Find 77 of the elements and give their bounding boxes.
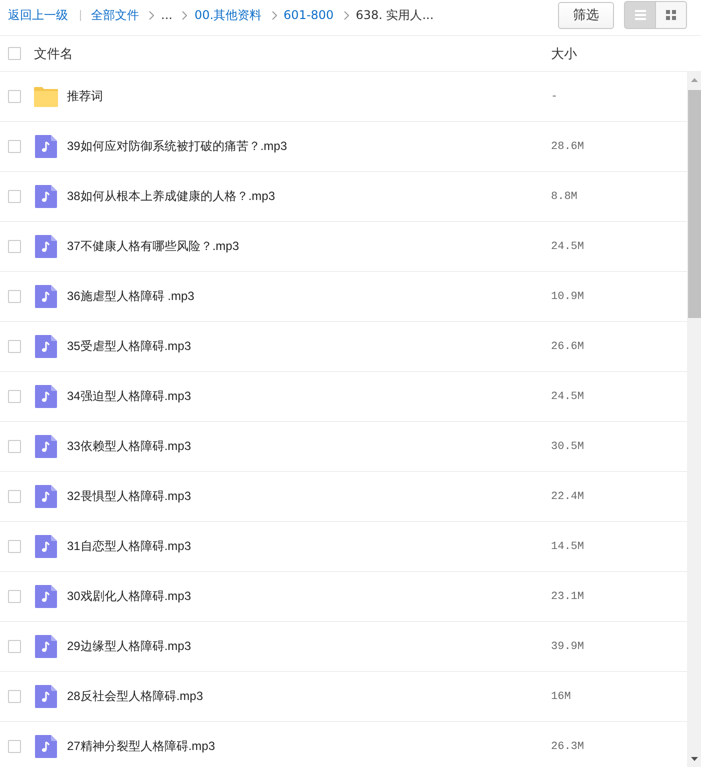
music-file-icon <box>35 285 57 308</box>
scroll-up-icon[interactable] <box>690 78 698 82</box>
music-file-icon <box>35 635 57 658</box>
file-size: 14.5M <box>551 540 584 552</box>
checkbox[interactable] <box>8 590 21 603</box>
file-name[interactable]: 31自恋型人格障碍.mp3 <box>67 539 192 553</box>
music-file-icon <box>35 585 57 608</box>
file-size: 8.8M <box>551 190 578 202</box>
music-file-icon <box>35 485 57 508</box>
breadcrumb-link[interactable]: 00.其他资料 <box>194 7 262 23</box>
music-file-icon <box>35 185 57 208</box>
checkbox[interactable] <box>8 490 21 503</box>
file-size: 39.9M <box>551 640 584 652</box>
chevron-icon <box>344 10 349 20</box>
checkbox[interactable] <box>8 290 21 303</box>
scroll-down-icon[interactable] <box>690 757 698 761</box>
file-size: 24.5M <box>551 240 584 252</box>
column-header[interactable]: 大小 <box>551 46 577 62</box>
checkbox[interactable] <box>8 140 21 153</box>
file-size: 10.9M <box>551 290 584 302</box>
file-name[interactable]: 27精神分裂型人格障碍.mp3 <box>67 739 216 753</box>
file-name[interactable]: 30戏剧化人格障碍.mp3 <box>67 589 192 603</box>
breadcrumb-link[interactable]: 601-800 <box>284 7 334 23</box>
checkbox[interactable] <box>8 440 21 453</box>
file-name[interactable]: 39如何应对防御系统被打破的痛苦？.mp3 <box>67 139 288 153</box>
checkbox[interactable] <box>8 190 21 203</box>
file-name[interactable]: 推荐词 <box>67 89 103 103</box>
chevron-icon <box>272 10 277 20</box>
checkbox[interactable] <box>8 540 21 553</box>
music-file-icon <box>35 435 57 458</box>
grid-view-button[interactable] <box>656 1 687 29</box>
grid-icon <box>666 10 676 20</box>
file-size: 28.6M <box>551 140 584 152</box>
music-file-icon <box>35 735 57 758</box>
checkbox[interactable] <box>8 740 21 753</box>
folder-icon <box>34 86 58 106</box>
column-header[interactable]: 文件名 <box>34 46 73 62</box>
file-name[interactable]: 35受虐型人格障碍.mp3 <box>67 339 192 353</box>
checkbox[interactable] <box>8 340 21 353</box>
scrollbar-track[interactable] <box>687 72 701 767</box>
file-size: 23.1M <box>551 590 584 602</box>
select-all-checkbox[interactable] <box>8 47 21 60</box>
back-link[interactable]: 返回上一级 <box>8 7 68 23</box>
checkbox[interactable] <box>8 240 21 253</box>
scrollbar-thumb[interactable] <box>688 90 700 318</box>
file-size: 30.5M <box>551 440 584 452</box>
file-name[interactable]: 38如何从根本上养成健康的人格？.mp3 <box>67 189 276 203</box>
file-size: 22.4M <box>551 490 584 502</box>
checkbox[interactable] <box>8 690 21 703</box>
file-name[interactable]: 37不健康人格有哪些风险？.mp3 <box>67 239 240 253</box>
music-file-icon <box>35 135 57 158</box>
file-size: 16M <box>551 690 571 702</box>
list-icon <box>634 10 646 20</box>
file-name[interactable]: 36施虐型人格障碍 .mp3 <box>67 289 194 303</box>
file-size: 24.5M <box>551 390 584 402</box>
checkbox[interactable] <box>8 90 21 103</box>
music-file-icon <box>35 335 57 358</box>
file-name[interactable]: 34强迫型人格障碍.mp3 <box>67 389 192 403</box>
file-name[interactable]: 28反社会型人格障碍.mp3 <box>67 689 204 703</box>
filter-button[interactable]: 筛选 <box>558 2 614 28</box>
file-size: 26.6M <box>551 340 584 352</box>
music-file-icon <box>35 535 57 558</box>
checkbox[interactable] <box>8 640 21 653</box>
breadcrumb-link[interactable]: 全部文件 <box>91 7 139 23</box>
music-file-icon <box>35 685 57 708</box>
file-size: 26.3M <box>551 740 584 752</box>
file-name[interactable]: 33依赖型人格障碍.mp3 <box>67 439 192 453</box>
breadcrumb-current: 638. 实用人... <box>356 7 434 23</box>
chevron-icon <box>149 10 154 20</box>
file-name[interactable]: 32畏惧型人格障碍.mp3 <box>67 489 192 503</box>
breadcrumb-ellipsis[interactable]: ... <box>161 7 172 23</box>
music-file-icon <box>35 235 57 258</box>
file-name[interactable]: 29边缘型人格障碍.mp3 <box>67 639 192 653</box>
file-size: - <box>551 90 558 102</box>
music-file-icon <box>35 385 57 408</box>
checkbox[interactable] <box>8 390 21 403</box>
chevron-icon <box>182 10 188 20</box>
